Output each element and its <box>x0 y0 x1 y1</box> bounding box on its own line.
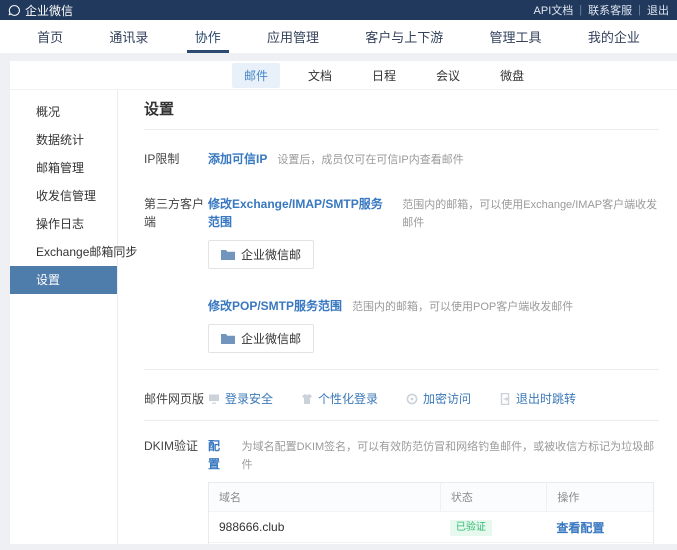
dkim-table-header: 域名 状态 操作 <box>209 483 653 511</box>
subtabs: 邮件 文档 日程 会议 微盘 <box>10 61 677 90</box>
ip-restriction-desc: 设置后，成员仅可在可信IP内查看邮件 <box>277 151 463 169</box>
section-thirdparty-clients: 第三方客户端 修改Exchange/IMAP/SMTP服务范围 范围内的邮箱，可… <box>144 195 659 353</box>
page-title: 设置 <box>144 98 659 119</box>
logout-redirect-label: 退出时跳转 <box>516 390 576 408</box>
column-header-status: 状态 <box>440 483 547 511</box>
subtab-meeting[interactable]: 会议 <box>424 63 472 88</box>
separator: | <box>579 4 582 16</box>
section-label: DKIM验证 <box>144 437 208 455</box>
logout-icon <box>499 393 511 405</box>
modify-pop-smtp-link[interactable]: 修改POP/SMTP服务范围 <box>208 297 342 315</box>
separator: | <box>638 4 641 16</box>
folder-icon <box>221 249 235 260</box>
sidebar: 概况 数据统计 邮箱管理 收发信管理 操作日志 Exchange邮箱同步 设置 <box>10 90 118 544</box>
dkim-desc: 为域名配置DKIM签名，可以有效防范仿冒和网络钓鱼邮件，或被收信方标记为垃圾邮件 <box>242 438 659 474</box>
logout-redirect-link[interactable]: 退出时跳转 <box>499 390 576 408</box>
section-label: 邮件网页版 <box>144 390 208 408</box>
exchange-scope-desc: 范围内的邮箱，可以使用Exchange/IMAP客户端收发邮件 <box>402 196 659 232</box>
brand-name: 企业微信 <box>25 2 73 19</box>
divider <box>144 420 659 421</box>
exchange-scope-tag[interactable]: 企业微信邮 <box>208 240 314 269</box>
section-webmail: 邮件网页版 登录安全 个性化登录 <box>144 390 659 408</box>
sidebar-item-mailbox-management[interactable]: 邮箱管理 <box>10 154 117 182</box>
encrypted-access-link[interactable]: 加密访问 <box>406 390 471 408</box>
nav-tab-admin-tools[interactable]: 管理工具 <box>478 20 554 53</box>
folder-icon <box>221 333 235 344</box>
pop-scope-desc: 范围内的邮箱，可以使用POP客户端收发邮件 <box>352 298 573 316</box>
subtab-mail[interactable]: 邮件 <box>232 63 280 88</box>
modify-exchange-imap-smtp-link[interactable]: 修改Exchange/IMAP/SMTP服务范围 <box>208 195 392 231</box>
subtab-docs[interactable]: 文档 <box>296 63 344 88</box>
status-badge: 已验证 <box>450 520 492 536</box>
pop-scope-tag[interactable]: 企业微信邮 <box>208 324 314 353</box>
section-ip-restriction: IP限制 添加可信IP 设置后，成员仅可在可信IP内查看邮件 <box>144 150 659 169</box>
subtab-calendar[interactable]: 日程 <box>360 63 408 88</box>
login-security-label: 登录安全 <box>225 390 273 408</box>
personalized-login-link[interactable]: 个性化登录 <box>301 390 378 408</box>
card-body: 概况 数据统计 邮箱管理 收发信管理 操作日志 Exchange邮箱同步 设置 … <box>10 90 677 544</box>
login-security-link[interactable]: 登录安全 <box>208 390 273 408</box>
topbar: 企业微信 API文档 | 联系客服 | 退出 <box>0 0 677 20</box>
topbar-links: API文档 | 联系客服 | 退出 <box>534 2 669 18</box>
sidebar-item-statistics[interactable]: 数据统计 <box>10 126 117 154</box>
content-card: 邮件 文档 日程 会议 微盘 概况 数据统计 邮箱管理 收发信管理 操作日志 E… <box>10 61 677 544</box>
section-dkim: DKIM验证 配置 为域名配置DKIM签名，可以有效防范仿冒和网络钓鱼邮件，或被… <box>144 437 659 544</box>
sidebar-item-exchange-sync[interactable]: Exchange邮箱同步 <box>10 238 117 266</box>
divider <box>144 129 659 130</box>
dkim-table: 域名 状态 操作 988666.club 已验证 查看配置 <box>208 482 654 544</box>
section-label: IP限制 <box>144 150 208 168</box>
main-nav: 首页 通讯录 协作 应用管理 客户与上下游 管理工具 我的企业 <box>0 20 677 53</box>
table-row: 988666.club 已验证 查看配置 <box>209 511 653 542</box>
section-label: 第三方客户端 <box>144 195 208 231</box>
column-header-action: 操作 <box>546 483 653 511</box>
encrypted-access-label: 加密访问 <box>423 390 471 408</box>
sidebar-item-send-receive-management[interactable]: 收发信管理 <box>10 182 117 210</box>
nav-tab-app-management[interactable]: 应用管理 <box>255 20 331 53</box>
add-trusted-ip-link[interactable]: 添加可信IP <box>208 150 267 168</box>
nav-tab-contacts[interactable]: 通讯录 <box>97 20 160 53</box>
sidebar-item-overview[interactable]: 概况 <box>10 98 117 126</box>
nav-tab-collaboration[interactable]: 协作 <box>183 20 233 53</box>
dkim-configure-link[interactable]: 配置 <box>208 437 232 473</box>
pop-scope-tag-label: 企业微信邮 <box>241 330 301 347</box>
nav-tab-home[interactable]: 首页 <box>25 20 75 53</box>
sidebar-item-operation-logs[interactable]: 操作日志 <box>10 210 117 238</box>
table-row: sjdhgfdk.com 验证中 查看配置 <box>209 542 653 544</box>
exchange-scope-tag-label: 企业微信邮 <box>241 246 301 263</box>
lock-icon <box>406 393 418 405</box>
view-config-link[interactable]: 查看配置 <box>556 521 604 535</box>
monitor-icon <box>208 393 220 405</box>
nav-tab-my-company[interactable]: 我的企业 <box>576 20 652 53</box>
domain-cell: 988666.club <box>209 520 440 534</box>
sidebar-item-settings[interactable]: 设置 <box>10 266 117 294</box>
personalized-login-label: 个性化登录 <box>318 390 378 408</box>
brand: 企业微信 <box>8 2 73 19</box>
tshirt-icon <box>301 393 313 405</box>
topbar-link-api-docs[interactable]: API文档 <box>534 2 574 18</box>
settings-content: 设置 IP限制 添加可信IP 设置后，成员仅可在可信IP内查看邮件 第三方客户端… <box>118 90 677 544</box>
divider <box>144 369 659 370</box>
chat-bubble-icon <box>8 4 21 17</box>
subtab-drive[interactable]: 微盘 <box>488 63 536 88</box>
topbar-link-contact-support[interactable]: 联系客服 <box>588 2 632 18</box>
topbar-link-logout[interactable]: 退出 <box>647 2 669 18</box>
nav-tab-customers[interactable]: 客户与上下游 <box>353 20 455 53</box>
column-header-domain: 域名 <box>209 483 440 511</box>
